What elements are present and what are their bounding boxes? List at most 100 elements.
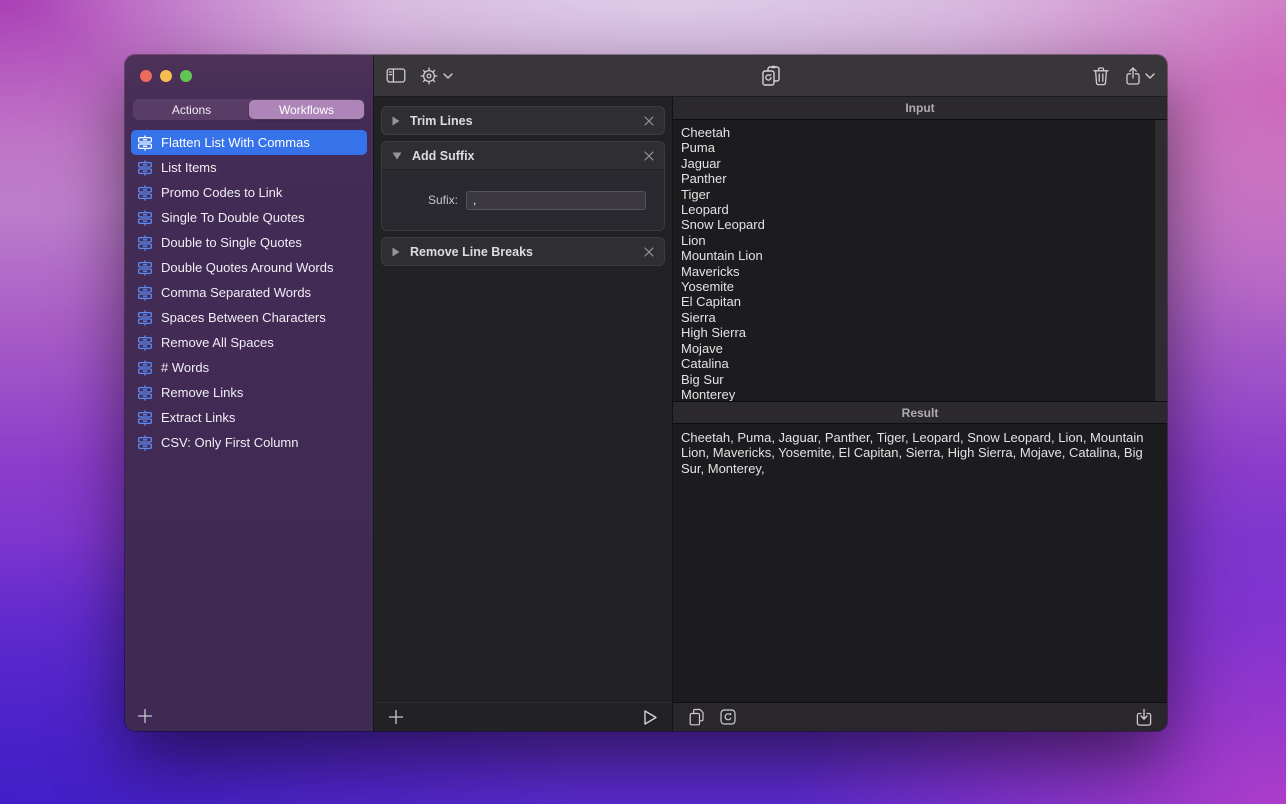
workflow-list-item[interactable]: CSV: Only First Column bbox=[131, 430, 367, 455]
input-line: El Capitan bbox=[681, 294, 1147, 309]
tab-actions[interactable]: Actions bbox=[134, 100, 249, 119]
step-header[interactable]: Trim Lines bbox=[382, 107, 664, 134]
share-icon bbox=[1125, 66, 1141, 86]
workflow-item-label: Remove All Spaces bbox=[161, 335, 274, 350]
chevron-down-icon bbox=[1145, 73, 1155, 79]
workflow-stack-icon bbox=[137, 435, 153, 451]
input-line: Puma bbox=[681, 140, 1147, 155]
disclosure-collapsed-icon[interactable] bbox=[392, 116, 400, 126]
sidebar: Actions Workflows Flatten List With Comm… bbox=[125, 55, 374, 731]
workflow-list-item[interactable]: Double Quotes Around Words bbox=[131, 255, 367, 280]
workflow-list-item[interactable]: Comma Separated Words bbox=[131, 280, 367, 305]
workflow-list-item[interactable]: Promo Codes to Link bbox=[131, 180, 367, 205]
add-workflow-button[interactable] bbox=[137, 708, 153, 724]
result-text: Cheetah, Puma, Jaguar, Panther, Tiger, L… bbox=[673, 424, 1167, 482]
workflow-item-label: Extract Links bbox=[161, 410, 235, 425]
toggle-sidebar-button[interactable] bbox=[386, 67, 406, 84]
workflow-item-label: Single To Double Quotes bbox=[161, 210, 305, 225]
step-header[interactable]: Add Suffix bbox=[382, 142, 664, 169]
replace-arrow-icon bbox=[719, 708, 737, 726]
workflow-stack-icon bbox=[137, 160, 153, 176]
use-result-as-input-button[interactable] bbox=[719, 708, 737, 726]
clipboard-sync-icon bbox=[759, 64, 783, 88]
workflow-stack-icon bbox=[137, 235, 153, 251]
step-header[interactable]: Remove Line Breaks bbox=[382, 238, 664, 265]
workflow-item-label: Promo Codes to Link bbox=[161, 185, 282, 200]
play-icon bbox=[642, 709, 658, 726]
disclosure-collapsed-icon[interactable] bbox=[392, 247, 400, 257]
workflow-stack-icon bbox=[137, 360, 153, 376]
suffix-input[interactable] bbox=[466, 191, 646, 210]
remove-step-button[interactable] bbox=[644, 116, 654, 126]
toolbar bbox=[374, 55, 1167, 97]
workflow-steps-panel: Trim Lines bbox=[374, 97, 673, 731]
workflow-list-item[interactable]: Remove All Spaces bbox=[131, 330, 367, 355]
workflow-stack-icon bbox=[137, 410, 153, 426]
tab-workflows[interactable]: Workflows bbox=[249, 100, 364, 119]
workflow-list-item[interactable]: Flatten List With Commas bbox=[131, 130, 367, 155]
sidebar-toggle-icon bbox=[386, 67, 406, 84]
input-line: Leopard bbox=[681, 202, 1147, 217]
workflow-stack-icon bbox=[137, 260, 153, 276]
disclosure-expanded-icon[interactable] bbox=[392, 152, 402, 160]
input-scrollbar[interactable] bbox=[1155, 120, 1167, 401]
run-workflow-button[interactable] bbox=[642, 709, 658, 726]
workflow-list-item[interactable]: Spaces Between Characters bbox=[131, 305, 367, 330]
step-trim-lines: Trim Lines bbox=[381, 106, 665, 135]
step-title: Add Suffix bbox=[412, 149, 634, 163]
input-line: Tiger bbox=[681, 187, 1147, 202]
minimize-window-button[interactable] bbox=[160, 70, 172, 82]
workflow-list-item[interactable]: Extract Links bbox=[131, 405, 367, 430]
run-on-clipboard-button[interactable] bbox=[759, 64, 783, 88]
input-line: Sierra bbox=[681, 310, 1147, 325]
remove-step-button[interactable] bbox=[644, 247, 654, 257]
workflow-item-label: Comma Separated Words bbox=[161, 285, 311, 300]
delete-workflow-button[interactable] bbox=[1092, 66, 1110, 86]
step-settings-menu-button[interactable] bbox=[419, 66, 453, 86]
input-header: Input bbox=[673, 97, 1167, 120]
trash-icon bbox=[1092, 66, 1110, 86]
copy-pages-icon bbox=[687, 708, 705, 726]
input-line: Big Sur bbox=[681, 372, 1147, 387]
workflow-item-label: Double to Single Quotes bbox=[161, 235, 302, 250]
remove-step-button[interactable] bbox=[644, 151, 654, 161]
close-window-button[interactable] bbox=[140, 70, 152, 82]
share-menu-button[interactable] bbox=[1125, 66, 1155, 86]
input-textarea[interactable]: Cheetah Puma Jaguar Panther Tiger Leopar… bbox=[673, 120, 1167, 401]
chevron-down-icon bbox=[443, 73, 453, 79]
download-icon bbox=[1135, 708, 1153, 727]
workflow-list-item[interactable]: List Items bbox=[131, 155, 367, 180]
step-options: Sufix: bbox=[382, 169, 664, 230]
workflow-item-label: CSV: Only First Column bbox=[161, 435, 299, 450]
workflow-stack-icon bbox=[137, 185, 153, 201]
content-area: Trim Lines bbox=[374, 55, 1167, 731]
paste-clipboard-button[interactable] bbox=[687, 708, 705, 726]
workflow-list-item[interactable]: Single To Double Quotes bbox=[131, 205, 367, 230]
step-add-suffix: Add Suffix Sufix: bbox=[381, 141, 665, 231]
workflow-item-label: List Items bbox=[161, 160, 217, 175]
input-line: Mountain Lion bbox=[681, 248, 1147, 263]
input-line: Mojave bbox=[681, 341, 1147, 356]
close-icon bbox=[644, 151, 654, 161]
workflow-item-label: Remove Links bbox=[161, 385, 243, 400]
workflow-item-label: Flatten List With Commas bbox=[161, 135, 310, 150]
workflow-list-item[interactable]: Remove Links bbox=[131, 380, 367, 405]
input-line: Mavericks bbox=[681, 264, 1147, 279]
workflow-stack-icon bbox=[137, 335, 153, 351]
close-icon bbox=[644, 116, 654, 126]
save-result-button[interactable] bbox=[1135, 708, 1153, 727]
io-panel: Input Cheetah Puma Jaguar Panther bbox=[673, 97, 1167, 731]
workflow-item-label: # Words bbox=[161, 360, 209, 375]
result-textarea[interactable]: Cheetah, Puma, Jaguar, Panther, Tiger, L… bbox=[673, 424, 1167, 702]
workflow-list-item[interactable]: # Words bbox=[131, 355, 367, 380]
input-line: Snow Leopard bbox=[681, 217, 1147, 232]
workflow-stack-icon bbox=[137, 385, 153, 401]
io-bottom-bar bbox=[673, 702, 1167, 731]
zoom-window-button[interactable] bbox=[180, 70, 192, 82]
workflow-list-item[interactable]: Double to Single Quotes bbox=[131, 230, 367, 255]
workflow-stack-icon bbox=[137, 285, 153, 301]
input-line: Panther bbox=[681, 171, 1147, 186]
close-icon bbox=[644, 247, 654, 257]
add-step-button[interactable] bbox=[388, 709, 404, 725]
steps-bottom-bar bbox=[374, 702, 672, 731]
